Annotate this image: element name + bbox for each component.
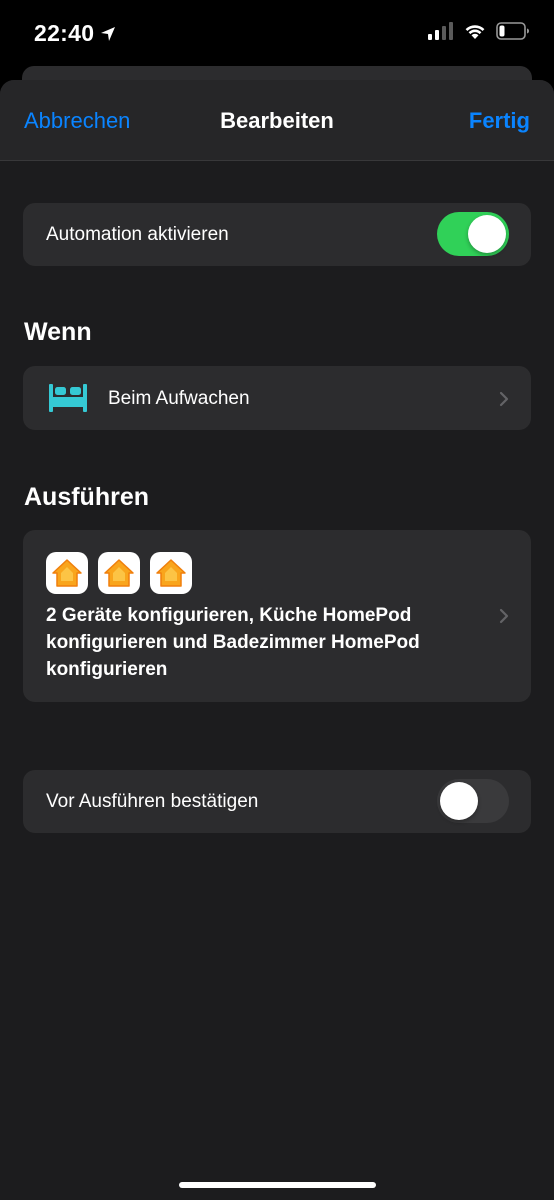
confirm-before-run-row: Vor Ausführen bestätigen (23, 770, 531, 833)
confirm-before-run-label: Vor Ausführen bestätigen (46, 791, 259, 812)
status-time-text: 22:40 (34, 20, 95, 46)
home-app-icon (98, 552, 140, 594)
trigger-label: Beim Aufwachen (108, 388, 250, 409)
chevron-right-icon (499, 608, 509, 624)
actions-row[interactable]: 2 Geräte konfigurieren, Küche HomePod ko… (23, 530, 531, 702)
execute-section-header: Ausführen (24, 483, 149, 511)
cellular-signal-icon (428, 22, 453, 40)
confirm-before-run-toggle[interactable] (437, 779, 509, 823)
actions-summary: 2 Geräte konfigurieren, Küche HomePod ko… (46, 605, 420, 680)
battery-low-icon (496, 22, 529, 40)
enable-automation-toggle[interactable] (437, 212, 509, 256)
home-indicator[interactable] (179, 1182, 376, 1188)
enable-automation-row: Automation aktivieren (23, 203, 531, 266)
wifi-icon (465, 25, 485, 39)
status-bar: 22:40 (0, 0, 554, 66)
bed-icon (49, 384, 87, 412)
status-time: 22:40 (34, 20, 116, 47)
home-app-icon (150, 552, 192, 594)
when-section-header: Wenn (24, 318, 92, 346)
trigger-row[interactable]: Beim Aufwachen (23, 366, 531, 430)
done-button[interactable]: Fertig (469, 108, 530, 134)
toggle-knob (468, 215, 506, 253)
enable-automation-label: Automation aktivieren (46, 224, 229, 245)
home-app-icon (46, 552, 88, 594)
edit-automation-sheet: Abbrechen Bearbeiten Fertig Automation a… (0, 80, 554, 1200)
status-indicators (428, 22, 530, 40)
location-arrow-icon (101, 26, 116, 41)
toggle-knob (440, 782, 478, 820)
navigation-bar: Abbrechen Bearbeiten Fertig (0, 80, 554, 161)
chevron-right-icon (499, 391, 509, 407)
